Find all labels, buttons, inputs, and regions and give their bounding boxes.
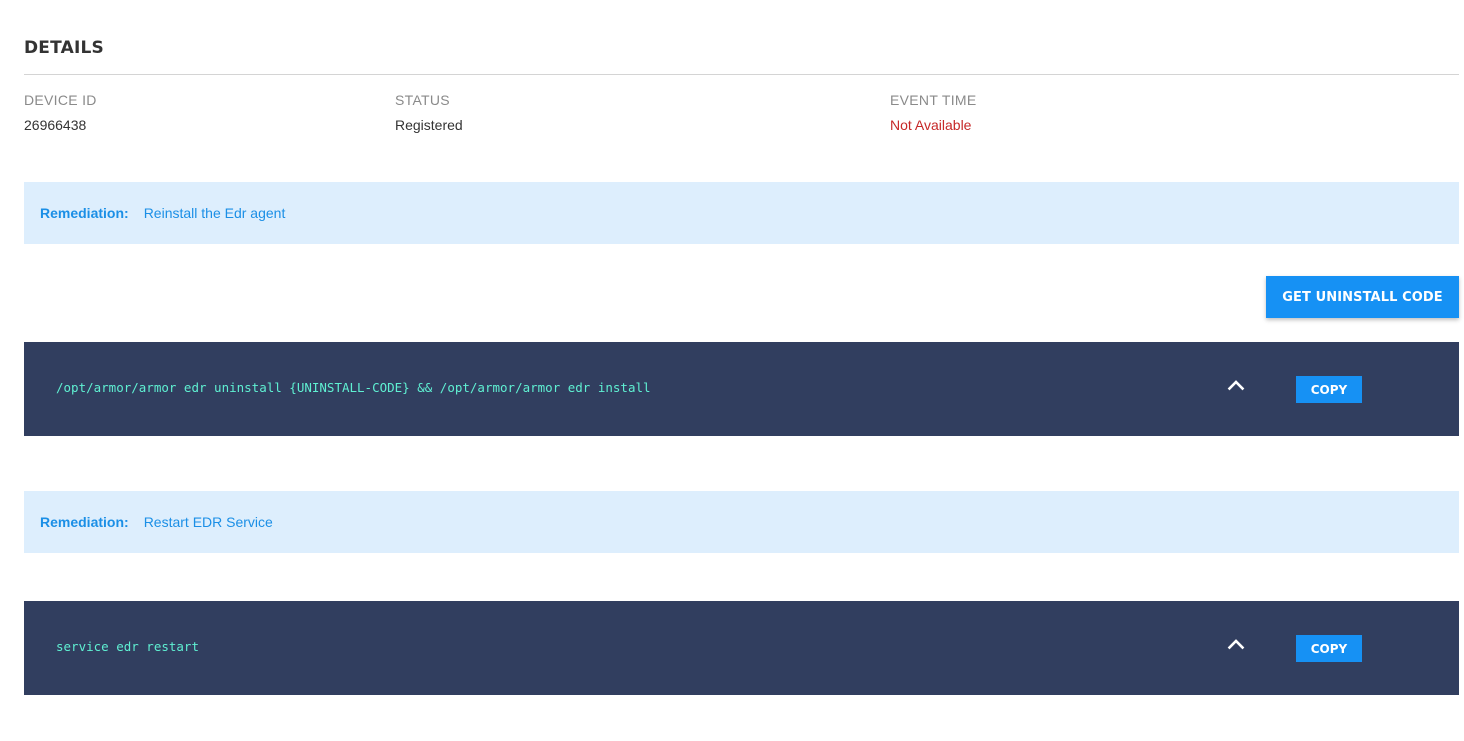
command-text: /opt/armor/armor edr uninstall {UNINSTAL… — [56, 380, 651, 395]
copy-button[interactable]: COPY — [1296, 635, 1362, 662]
event-time-label: EVENT TIME — [890, 92, 977, 108]
command-block-reinstall: /opt/armor/armor edr uninstall {UNINSTAL… — [24, 342, 1459, 436]
device-id-field: DEVICE ID 26966438 — [24, 92, 97, 133]
status-value: Registered — [395, 117, 463, 133]
remediation-label: Remediation: — [40, 205, 129, 221]
event-time-field: EVENT TIME Not Available — [890, 92, 977, 133]
details-divider — [24, 74, 1459, 75]
copy-button[interactable]: COPY — [1296, 376, 1362, 403]
remediation-banner-reinstall: Remediation: Reinstall the Edr agent — [24, 182, 1459, 244]
details-title: DETAILS — [24, 38, 104, 58]
command-text: service edr restart — [56, 639, 199, 654]
command-block-restart: service edr restart COPY — [24, 601, 1459, 695]
get-uninstall-code-button[interactable]: GET UNINSTALL CODE — [1266, 276, 1459, 318]
details-page: DETAILS DEVICE ID 26966438 STATUS Regist… — [0, 0, 1464, 741]
device-id-value: 26966438 — [24, 117, 87, 133]
status-label: STATUS — [395, 92, 450, 108]
remediation-banner-restart: Remediation: Restart EDR Service — [24, 491, 1459, 553]
remediation-text: Restart EDR Service — [143, 514, 273, 530]
chevron-up-icon[interactable] — [1226, 634, 1246, 654]
remediation-text: Reinstall the Edr agent — [143, 205, 286, 221]
chevron-up-icon[interactable] — [1226, 375, 1246, 395]
device-id-label: DEVICE ID — [24, 92, 97, 108]
event-time-value: Not Available — [890, 117, 972, 133]
remediation-label: Remediation: — [40, 514, 129, 530]
status-field: STATUS Registered — [395, 92, 463, 133]
